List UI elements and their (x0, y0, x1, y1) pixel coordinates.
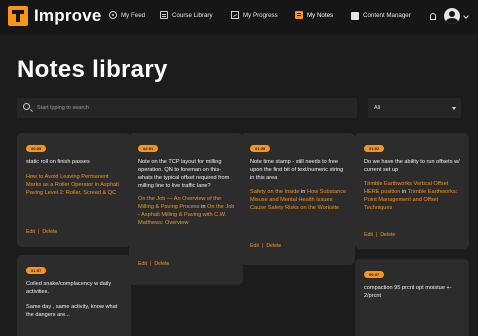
note-body: static roll on finish passes How to Avoi… (26, 158, 124, 197)
note-actions: Edit | Delete (26, 229, 57, 235)
timestamp-badge[interactable]: 01:57 (26, 267, 47, 274)
note-text: Do we have the ability to run offsets w/… (364, 159, 460, 173)
note-card: 01:02 Do we have the ability to run offs… (355, 133, 469, 249)
note-text: Note time stamp - still needs to free up… (250, 159, 344, 181)
note-card: 01:57 Coiled snake/complacency w daily a… (17, 255, 131, 336)
separator: | (37, 229, 40, 235)
note-text: Note on the TCP layout for milling opera… (138, 159, 230, 189)
logo[interactable]: Improve (8, 6, 102, 26)
search-bar[interactable] (17, 98, 357, 118)
avatar[interactable] (444, 8, 460, 24)
nav-my-feed[interactable]: My Feed (109, 11, 145, 19)
filter-select[interactable]: All (368, 98, 461, 118)
delete-link[interactable]: Delete (42, 229, 57, 235)
note-text: Coiled snake/complacency w daily activit… (26, 281, 112, 295)
note-source: On the Job — An Overview of the Milling … (138, 195, 236, 227)
note-card: 00:37 compaction 95 prcnt opt moistue +-… (355, 259, 469, 336)
notes-icon (295, 11, 303, 19)
timestamp-badge[interactable]: 01:02 (364, 145, 385, 152)
separator: | (149, 261, 152, 267)
edit-link[interactable]: Edit (26, 229, 35, 235)
timestamp-badge[interactable]: 01:29 (250, 145, 271, 152)
chevron-down-icon[interactable] (463, 13, 469, 19)
top-nav: Improve My Feed Course Library My Progre… (0, 0, 478, 34)
note-text: static roll on finish passes (26, 159, 90, 165)
note-text-continued: Same day , same activity, know what the … (26, 304, 118, 318)
note-lesson-link[interactable]: How to Avoid Leaving Permanent Marks as … (26, 173, 124, 197)
delete-link[interactable]: Delete (380, 232, 395, 238)
filter-selected-value: All (374, 105, 381, 111)
note-source: Safety on the Inside in How Substance Mi… (250, 188, 348, 212)
feed-icon (109, 11, 117, 19)
note-body: Do we have the ability to run offsets w/… (364, 158, 462, 212)
note-video-link[interactable]: Safety on the Inside (250, 189, 299, 195)
edit-link[interactable]: Edit (250, 243, 259, 249)
in-label: in (201, 204, 206, 210)
edit-link[interactable]: Edit (364, 232, 373, 238)
note-body: Coiled snake/complacency w daily activit… (26, 280, 124, 319)
in-label: in (301, 189, 306, 195)
note-body: Note on the TCP layout for milling opera… (138, 158, 236, 227)
folder-icon (351, 12, 359, 20)
timestamp-badge[interactable]: 02:51 (138, 145, 159, 152)
chart-icon (231, 11, 239, 19)
delete-link[interactable]: Delete (154, 261, 169, 267)
search-icon (23, 103, 30, 110)
timestamp-badge[interactable]: 00:37 (364, 271, 385, 278)
note-card: 01:29 Note time stamp - still needs to f… (241, 133, 355, 265)
separator: | (261, 243, 264, 249)
nav-course-library[interactable]: Course Library (160, 11, 213, 19)
page-title: Notes library (17, 56, 168, 83)
note-actions: Edit | Delete (364, 232, 395, 238)
note-text: compaction 95 prcnt opt moistue +- 2/prc… (364, 285, 452, 299)
book-icon (160, 11, 168, 19)
nav-my-progress[interactable]: My Progress (231, 11, 278, 19)
nav-content-manager[interactable]: Content Manager (351, 11, 411, 20)
note-actions: Edit | Delete (250, 243, 281, 249)
logo-text: Improve (34, 6, 102, 25)
improve-logo-icon (8, 6, 28, 26)
timestamp-badge[interactable]: 00:35 (26, 145, 47, 152)
in-label: in (401, 189, 407, 195)
note-actions: Edit | Delete (138, 261, 169, 267)
nav-my-notes[interactable]: My Notes (295, 11, 333, 19)
note-body: compaction 95 prcnt opt moistue +- 2/prc… (364, 284, 462, 300)
note-source: Trimble Earthworks Vertical Offset HERE … (364, 180, 462, 212)
separator: | (375, 232, 378, 238)
note-body: Note time stamp - still needs to free up… (250, 158, 348, 212)
edit-link[interactable]: Edit (138, 261, 147, 267)
caret-down-icon (452, 107, 456, 110)
note-card: 00:35 static roll on finish passes How t… (17, 133, 131, 247)
bell-icon[interactable] (430, 13, 436, 20)
search-input[interactable] (37, 101, 337, 115)
note-card: 02:51 Note on the TCP layout for milling… (129, 133, 243, 285)
delete-link[interactable]: Delete (266, 243, 281, 249)
